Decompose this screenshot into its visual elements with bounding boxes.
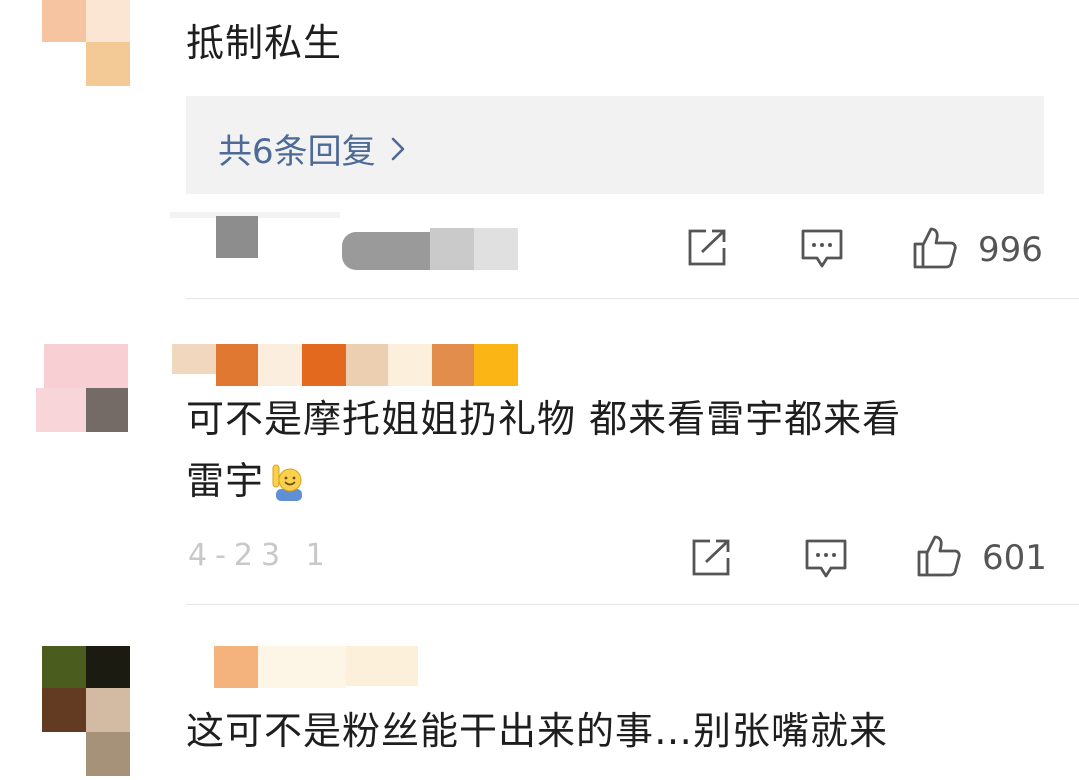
comment-text-fragment: 雷宇: [186, 459, 265, 503]
comment-text: 可不是摩托姐姐扔礼物 都来看雷宇都来看 雷宇: [186, 388, 901, 512]
reply-box: 共6条回复: [186, 96, 1044, 194]
chevron-right-icon: [391, 137, 404, 160]
comment-text: 抵制私生: [186, 21, 343, 65]
share-icon[interactable]: [686, 228, 728, 268]
comment-icon[interactable]: [804, 538, 848, 580]
divider: [186, 604, 1079, 605]
raising-hand-emoji-icon: [272, 464, 303, 501]
reply-count-label: 共6条回复: [218, 132, 376, 172]
like-count: 996: [978, 230, 1043, 270]
divider: [186, 298, 1079, 299]
avatar[interactable]: [36, 344, 136, 434]
avatar[interactable]: [42, 0, 130, 86]
timestamp: 4-23 1: [188, 538, 333, 573]
thumbs-up-icon[interactable]: [916, 534, 962, 578]
comment-text-line: 可不是摩托姐姐扔礼物 都来看雷宇都来看: [186, 397, 902, 441]
comment-icon[interactable]: [800, 228, 844, 270]
avatar[interactable]: [42, 646, 132, 780]
comment-text-line: 雷宇: [186, 450, 901, 512]
pixelated-username: [172, 344, 518, 388]
pixelated-timestamp: [170, 212, 520, 270]
pixelated-username: [214, 646, 424, 688]
like-count: 601: [982, 538, 1047, 578]
thumbs-up-icon[interactable]: [912, 226, 958, 270]
comment-text: 这可不是粉丝能干出来的事…别张嘴就来: [186, 709, 889, 753]
share-icon[interactable]: [690, 538, 732, 578]
view-replies-link[interactable]: 共6条回复: [218, 124, 406, 173]
